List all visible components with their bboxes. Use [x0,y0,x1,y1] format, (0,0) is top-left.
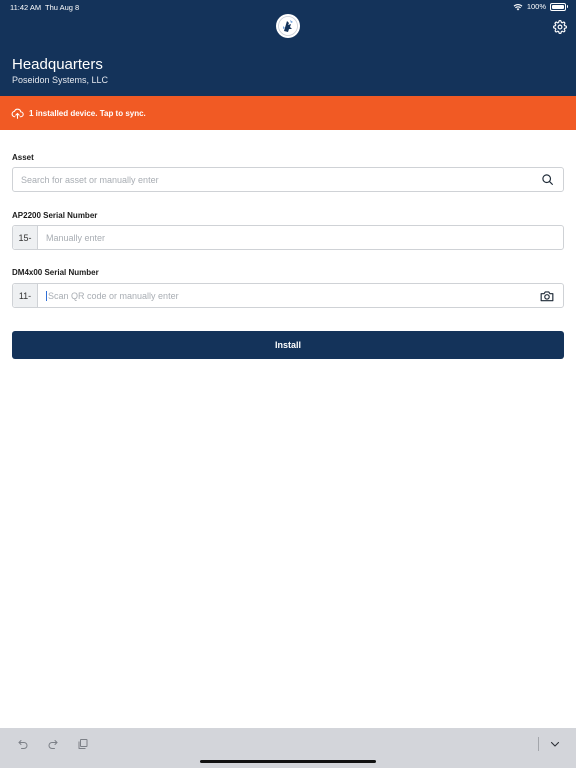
paste-icon[interactable] [77,738,89,750]
toolbar-divider [538,737,539,751]
ap2200-serial-input[interactable] [38,226,563,249]
status-time: 11:42 AM [10,3,42,12]
search-icon[interactable] [540,173,554,187]
status-date: Thu Aug 8 [45,3,80,12]
status-bar: 11:42 AM Thu Aug 8 100% [0,0,576,14]
wifi-icon [513,3,523,11]
cloud-upload-icon [11,107,24,120]
asset-search-input[interactable] [13,168,540,191]
dm4x00-prefix: 11- [13,284,38,307]
asset-field[interactable] [12,167,564,192]
asset-label: Asset [12,153,34,162]
page-subtitle: Poseidon Systems, LLC [12,75,109,85]
page-title: Headquarters [12,56,103,73]
dm4x00-field[interactable]: 11- [12,283,564,308]
logo-icon [276,14,300,38]
ap2200-label: AP2200 Serial Number [12,211,98,220]
camera-icon[interactable] [540,289,554,303]
settings-gear-icon[interactable] [553,20,567,34]
battery-icon [550,2,568,11]
ap2200-field[interactable]: 15- [12,225,564,250]
chevron-down-icon[interactable] [549,738,561,750]
ap2200-prefix: 15- [13,226,38,249]
redo-icon[interactable] [47,738,59,750]
sync-banner-text: 1 installed device. Tap to sync. [29,108,146,118]
dm4x00-label: DM4x00 Serial Number [12,268,99,277]
battery-percent: 100% [526,2,546,11]
home-indicator[interactable] [200,760,376,763]
undo-icon[interactable] [17,738,29,750]
install-button[interactable]: Install [12,331,564,359]
dm4x00-serial-input[interactable] [47,284,540,307]
app-header: 11:42 AM Thu Aug 8 100% Headquarters Pos… [0,0,576,96]
status-right: 100% [513,2,568,11]
sync-banner[interactable]: 1 installed device. Tap to sync. [0,96,576,130]
